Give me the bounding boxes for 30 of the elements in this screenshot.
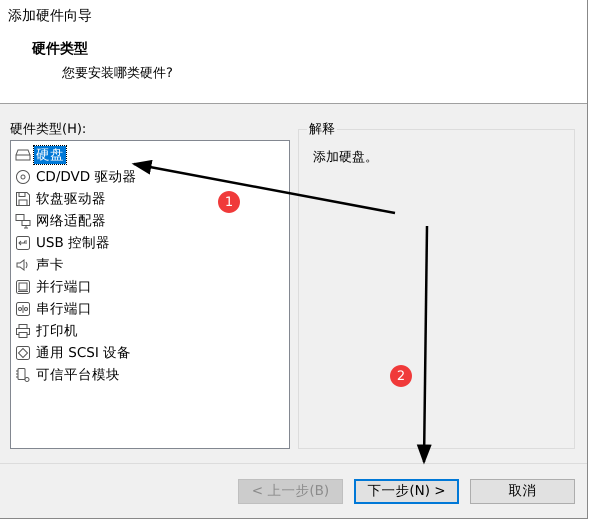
usb-icon xyxy=(15,235,31,251)
printer-icon xyxy=(15,323,31,339)
page-title: 硬件类型 xyxy=(32,40,89,58)
hardware-item[interactable]: 声卡 xyxy=(34,256,66,274)
hardware-item[interactable]: CD/DVD 驱动器 xyxy=(34,168,138,186)
network-icon xyxy=(15,213,31,229)
serial-icon xyxy=(15,301,31,317)
wizard-button[interactable]: 取消 xyxy=(470,478,575,504)
wizard-button[interactable]: 下一步(N) > xyxy=(354,478,459,504)
cd-icon xyxy=(15,169,31,185)
panel-title: 解释 xyxy=(307,120,337,138)
hardware-item[interactable]: 并行端口 xyxy=(34,278,94,296)
page-subtitle: 您要安装哪类硬件? xyxy=(62,65,174,82)
hardware-item[interactable]: 串行端口 xyxy=(34,300,94,318)
hardware-item[interactable]: 软盘驱动器 xyxy=(34,190,108,208)
list-label: 硬件类型(H): xyxy=(10,121,88,139)
hardware-item[interactable]: USB 控制器 xyxy=(34,234,112,252)
hardware-item[interactable]: 硬盘 xyxy=(34,146,66,164)
hardware-item[interactable]: 网络适配器 xyxy=(34,212,108,230)
parallel-icon xyxy=(15,279,31,295)
tpm-icon xyxy=(15,367,31,383)
disk-icon xyxy=(15,147,31,163)
step-badge: 2 xyxy=(390,365,412,387)
scsi-icon xyxy=(15,345,31,361)
floppy-icon xyxy=(15,191,31,207)
window-title: 添加硬件向导 xyxy=(7,7,93,26)
explanation-text: 添加硬盘。 xyxy=(313,149,379,166)
hardware-item[interactable]: 打印机 xyxy=(34,322,80,340)
hardware-item[interactable]: 可信平台模块 xyxy=(34,366,122,384)
hardware-item[interactable]: 通用 SCSI 设备 xyxy=(34,344,134,362)
